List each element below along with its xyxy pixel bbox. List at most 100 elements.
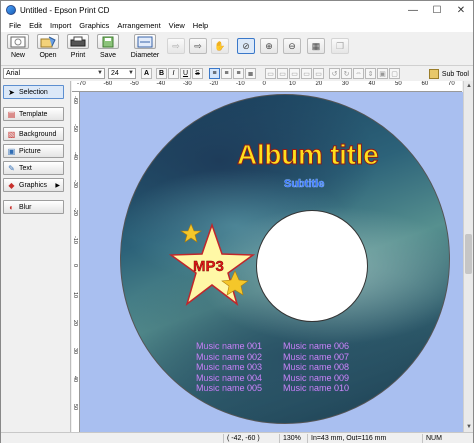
italic-icon[interactable]: I [168,68,179,79]
align-right-icon[interactable]: ≡ [233,68,244,79]
track-item: Music name 009 [283,372,350,383]
cd-center-hole [256,210,368,322]
menu-graphics[interactable]: Graphics [75,21,113,30]
vertical-scrollbar[interactable]: ▲ ▼ [463,81,473,432]
minimize-button[interactable]: — [401,1,425,19]
sidebar-item-text[interactable]: ✎ Text [3,161,64,175]
graphics-icon: ◆ [8,180,15,190]
close-button[interactable]: ✕ [449,1,473,19]
align-center-icon[interactable]: ≡ [221,68,232,79]
save-button[interactable]: Save [94,34,122,64]
ungroup-icon[interactable]: ▢ [389,68,400,79]
sidebar-item-label: Background [19,130,57,138]
track-item: Music name 007 [283,351,350,362]
template-icon: ▤ [7,109,16,119]
scroll-thumb[interactable] [465,234,472,274]
arrange-back-icon[interactable]: ▭ [277,68,288,79]
ruler-tick-label: 10 [72,292,78,299]
sub-tool-label: Sub Tool [441,70,469,78]
track-list-right[interactable]: Music name 006 Music name 007 Music name… [283,341,349,394]
ruler-tick-label: 10 [289,81,296,87]
sidebar-item-label: Template [19,110,48,118]
print-label: Print [70,52,86,59]
ruler-tick-label: 70 [448,81,455,87]
group-icon[interactable]: ▣ [377,68,388,79]
ruler-tick-label: 50 [395,81,402,87]
printer-icon [67,34,89,49]
sidebar-item-label: Picture [19,147,41,155]
layers-icon[interactable]: ❐ [331,38,349,54]
menu-import[interactable]: Import [46,21,75,30]
grid-icon[interactable]: ▦ [307,38,325,54]
album-title-text[interactable]: Album title [236,139,379,171]
sidebar-item-label: Graphics [19,181,48,189]
rotate-right-icon[interactable]: ↻ [341,68,352,79]
cd-label[interactable]: Album title Subtitle MP3 Music name 001 … [120,94,450,424]
sidebar-item-template[interactable]: ▤ Template [3,107,64,121]
subtitle-text[interactable]: Subtitle [284,178,325,191]
sidebar-item-background[interactable]: ▧ Background [3,127,64,141]
track-list-left[interactable]: Music name 001 Music name 002 Music name… [196,341,262,394]
open-button[interactable]: Open [34,34,62,64]
main-toolbar: New Open Print Save Diameter ⇨ ⇨ ✋ ⊘ ⊕ ⊖… [1,32,473,66]
chevron-down-icon: ▼ [97,70,103,76]
app-window: Untitled - Epson Print CD — ☐ ✕ File Edi… [0,0,474,443]
sidebar-item-blur[interactable]: ◐ Blur [3,200,64,214]
tool-panel: ➤ Selection ▤ Template ▧ Background ▣ Pi… [1,81,71,432]
sidebar-item-label: Blur [19,203,32,211]
numlock-indicator: NUM [422,434,472,443]
ruler-tick-label: 50 [72,404,78,411]
vertical-ruler: -60 -50 -40 -30 -20 -10 0 10 20 30 40 50 [72,92,80,432]
menu-help[interactable]: Help [189,21,212,30]
diameter-button[interactable]: Diameter [130,34,160,64]
print-button[interactable]: Print [64,34,92,64]
align-objects-icon[interactable]: ▭ [313,68,324,79]
new-button[interactable]: New [4,34,32,64]
flip-horizontal-icon[interactable]: ⇔ [353,68,364,79]
menu-edit[interactable]: Edit [25,21,46,30]
ruler-tick-label: -40 [156,81,166,87]
menu-view[interactable]: View [165,21,189,30]
sidebar-item-picture[interactable]: ▣ Picture [3,144,64,158]
sidebar-item-selection[interactable]: ➤ Selection [3,85,64,99]
ruler-tick-label: -60 [72,96,78,104]
justify-icon[interactable]: ≣ [245,68,256,79]
text-color-icon[interactable]: A [141,68,152,79]
zoom-in-icon[interactable]: ⊕ [260,38,278,54]
zoom-out-icon[interactable]: ⊖ [283,38,301,54]
hand-icon[interactable]: ✋ [211,38,229,54]
paste-layout-icon[interactable]: ⇨ [189,38,207,54]
align-left-icon[interactable]: ≡ [209,68,220,79]
track-item: Music name 006 [283,341,350,351]
maximize-button[interactable]: ☐ [425,1,449,19]
arrange-forward-icon[interactable]: ▭ [289,68,300,79]
arrange-front-icon[interactable]: ▭ [265,68,276,79]
format-toolbar: Arial ▼ 24 ▼ A B I U S ≡ ≡ ≡ ≣ ▭ ▭ ▭ ▭ ▭… [1,67,473,81]
scroll-up-icon[interactable]: ▲ [464,81,474,91]
sidebar-item-graphics[interactable]: ◆ Graphics ▶ [3,178,64,192]
strikethrough-icon[interactable]: S [192,68,203,79]
design-canvas[interactable]: Album title Subtitle MP3 Music name 001 … [80,92,463,432]
zoom-fit-icon[interactable]: ⊘ [237,38,255,54]
save-label: Save [100,52,116,59]
new-icon [7,34,29,49]
chevron-right-icon: ▶ [55,182,60,189]
underline-icon[interactable]: U [180,68,191,79]
copy-layout-icon[interactable]: ⇨ [167,38,185,54]
ruler-tick-label: -40 [72,152,78,160]
rotate-left-icon[interactable]: ↺ [329,68,340,79]
status-bar: ( -42, -60 ) 130% In=43 mm, Out=116 mm N… [1,432,473,443]
bold-icon[interactable]: B [156,68,167,79]
arrange-backward-icon[interactable]: ▭ [301,68,312,79]
flip-vertical-icon[interactable]: ⇕ [365,68,376,79]
ruler-tick-label: -50 [130,81,139,87]
mp3-badge-text[interactable]: MP3 [193,258,224,275]
sub-tool-button[interactable]: Sub Tool [428,68,469,80]
font-size-select[interactable]: 24 ▼ [108,68,136,79]
menu-file[interactable]: File [5,21,25,30]
track-item: Music name 010 [283,383,350,393]
menu-arrangement[interactable]: Arrangement [113,21,164,30]
track-item: Music name 008 [283,362,350,372]
scroll-down-icon[interactable]: ▼ [464,422,474,432]
font-family-select[interactable]: Arial ▼ [3,68,105,79]
